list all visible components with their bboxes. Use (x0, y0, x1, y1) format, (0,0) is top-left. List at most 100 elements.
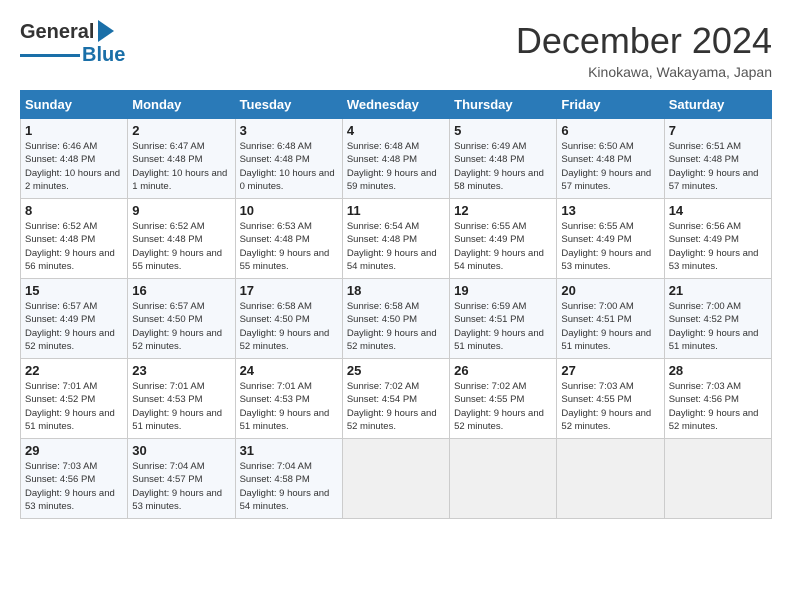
calendar-cell: 12 Sunrise: 6:55 AMSunset: 4:49 PMDayligh… (450, 199, 557, 279)
title-block: December 2024 Kinokawa, Wakayama, Japan (516, 20, 772, 80)
calendar-cell: 24 Sunrise: 7:01 AMSunset: 4:53 PMDayligh… (235, 359, 342, 439)
day-number: 25 (347, 363, 445, 378)
calendar-cell: 1 Sunrise: 6:46 AMSunset: 4:48 PMDaylight… (21, 119, 128, 199)
day-number: 15 (25, 283, 123, 298)
calendar-cell: 30 Sunrise: 7:04 AMSunset: 4:57 PMDayligh… (128, 439, 235, 519)
header-friday: Friday (557, 91, 664, 119)
day-info: Sunrise: 7:00 AMSunset: 4:52 PMDaylight:… (669, 300, 767, 353)
day-info: Sunrise: 6:53 AMSunset: 4:48 PMDaylight:… (240, 220, 338, 273)
header-tuesday: Tuesday (235, 91, 342, 119)
day-number: 31 (240, 443, 338, 458)
header-saturday: Saturday (664, 91, 771, 119)
day-number: 16 (132, 283, 230, 298)
calendar-cell: 22Sunrise: 7:01 AMSunset: 4:52 PMDayligh… (21, 359, 128, 439)
calendar-cell (557, 439, 664, 519)
day-number: 23 (132, 363, 230, 378)
calendar-week-row: 1 Sunrise: 6:46 AMSunset: 4:48 PMDaylight… (21, 119, 772, 199)
day-info: Sunrise: 6:57 AMSunset: 4:49 PMDaylight:… (25, 300, 123, 353)
calendar-cell: 6 Sunrise: 6:50 AMSunset: 4:48 PMDaylight… (557, 119, 664, 199)
calendar-cell: 19Sunrise: 6:59 AMSunset: 4:51 PMDayligh… (450, 279, 557, 359)
calendar-table: SundayMondayTuesdayWednesdayThursdayFrid… (20, 90, 772, 519)
day-number: 30 (132, 443, 230, 458)
day-number: 11 (347, 203, 445, 218)
day-info: Sunrise: 7:04 AMSunset: 4:58 PMDaylight:… (240, 460, 338, 513)
day-info: Sunrise: 6:55 AMSunset: 4:49 PMDaylight:… (454, 220, 552, 273)
day-number: 13 (561, 203, 659, 218)
calendar-cell: 25 Sunrise: 7:02 AMSunset: 4:54 PMDayligh… (342, 359, 449, 439)
calendar-cell (342, 439, 449, 519)
calendar-cell: 13 Sunrise: 6:55 AMSunset: 4:49 PMDayligh… (557, 199, 664, 279)
day-info: Sunrise: 7:03 AMSunset: 4:55 PMDaylight:… (561, 380, 659, 433)
day-info: Sunrise: 7:01 AMSunset: 4:53 PMDaylight:… (132, 380, 230, 433)
day-number: 3 (240, 123, 338, 138)
day-info: Sunrise: 7:00 AMSunset: 4:51 PMDaylight:… (561, 300, 659, 353)
calendar-cell: 21 Sunrise: 7:00 AMSunset: 4:52 PMDayligh… (664, 279, 771, 359)
day-info: Sunrise: 7:02 AMSunset: 4:54 PMDaylight:… (347, 380, 445, 433)
calendar-cell: 29Sunrise: 7:03 AMSunset: 4:56 PMDayligh… (21, 439, 128, 519)
day-number: 17 (240, 283, 338, 298)
calendar-cell: 16 Sunrise: 6:57 AMSunset: 4:50 PMDayligh… (128, 279, 235, 359)
logo-general-text: General (20, 21, 94, 44)
calendar-cell: 23 Sunrise: 7:01 AMSunset: 4:53 PMDayligh… (128, 359, 235, 439)
day-info: Sunrise: 6:47 AMSunset: 4:48 PMDaylight:… (132, 140, 230, 193)
page-header: General Blue December 2024 Kinokawa, Wak… (20, 20, 772, 80)
logo-blue-text: Blue (82, 44, 125, 67)
day-info: Sunrise: 7:02 AMSunset: 4:55 PMDaylight:… (454, 380, 552, 433)
day-info: Sunrise: 6:50 AMSunset: 4:48 PMDaylight:… (561, 140, 659, 193)
day-number: 14 (669, 203, 767, 218)
calendar-week-row: 29Sunrise: 7:03 AMSunset: 4:56 PMDayligh… (21, 439, 772, 519)
calendar-cell: 14 Sunrise: 6:56 AMSunset: 4:49 PMDayligh… (664, 199, 771, 279)
calendar-week-row: 22Sunrise: 7:01 AMSunset: 4:52 PMDayligh… (21, 359, 772, 439)
header-monday: Monday (128, 91, 235, 119)
calendar-week-row: 15 Sunrise: 6:57 AMSunset: 4:49 PMDayligh… (21, 279, 772, 359)
day-number: 5 (454, 123, 552, 138)
calendar-cell: 5 Sunrise: 6:49 AMSunset: 4:48 PMDaylight… (450, 119, 557, 199)
day-info: Sunrise: 7:03 AMSunset: 4:56 PMDaylight:… (669, 380, 767, 433)
day-number: 8 (25, 203, 123, 218)
day-info: Sunrise: 6:46 AMSunset: 4:48 PMDaylight:… (25, 140, 123, 193)
day-info: Sunrise: 6:49 AMSunset: 4:48 PMDaylight:… (454, 140, 552, 193)
day-number: 18 (347, 283, 445, 298)
day-number: 19 (454, 283, 552, 298)
calendar-cell: 9 Sunrise: 6:52 AMSunset: 4:48 PMDaylight… (128, 199, 235, 279)
day-number: 6 (561, 123, 659, 138)
calendar-cell: 2Sunrise: 6:47 AMSunset: 4:48 PMDaylight… (128, 119, 235, 199)
day-info: Sunrise: 6:48 AMSunset: 4:48 PMDaylight:… (240, 140, 338, 193)
day-info: Sunrise: 7:04 AMSunset: 4:57 PMDaylight:… (132, 460, 230, 513)
calendar-cell: 7 Sunrise: 6:51 AMSunset: 4:48 PMDaylight… (664, 119, 771, 199)
day-number: 28 (669, 363, 767, 378)
day-number: 24 (240, 363, 338, 378)
day-info: Sunrise: 6:52 AMSunset: 4:48 PMDaylight:… (25, 220, 123, 273)
day-number: 21 (669, 283, 767, 298)
logo: General Blue (20, 20, 125, 67)
day-info: Sunrise: 6:55 AMSunset: 4:49 PMDaylight:… (561, 220, 659, 273)
calendar-cell: 10 Sunrise: 6:53 AMSunset: 4:48 PMDayligh… (235, 199, 342, 279)
day-number: 1 (25, 123, 123, 138)
day-info: Sunrise: 6:56 AMSunset: 4:49 PMDaylight:… (669, 220, 767, 273)
calendar-cell: 31 Sunrise: 7:04 AMSunset: 4:58 PMDayligh… (235, 439, 342, 519)
day-info: Sunrise: 7:01 AMSunset: 4:53 PMDaylight:… (240, 380, 338, 433)
header-wednesday: Wednesday (342, 91, 449, 119)
day-info: Sunrise: 6:52 AMSunset: 4:48 PMDaylight:… (132, 220, 230, 273)
calendar-cell: 20 Sunrise: 7:00 AMSunset: 4:51 PMDayligh… (557, 279, 664, 359)
day-number: 27 (561, 363, 659, 378)
location-title: Kinokawa, Wakayama, Japan (516, 64, 772, 80)
day-number: 10 (240, 203, 338, 218)
calendar-week-row: 8 Sunrise: 6:52 AMSunset: 4:48 PMDaylight… (21, 199, 772, 279)
day-info: Sunrise: 6:48 AMSunset: 4:48 PMDaylight:… (347, 140, 445, 193)
day-number: 9 (132, 203, 230, 218)
day-info: Sunrise: 6:58 AMSunset: 4:50 PMDaylight:… (240, 300, 338, 353)
day-number: 12 (454, 203, 552, 218)
day-number: 4 (347, 123, 445, 138)
calendar-header-row: SundayMondayTuesdayWednesdayThursdayFrid… (21, 91, 772, 119)
calendar-cell: 8 Sunrise: 6:52 AMSunset: 4:48 PMDaylight… (21, 199, 128, 279)
day-info: Sunrise: 6:57 AMSunset: 4:50 PMDaylight:… (132, 300, 230, 353)
day-info: Sunrise: 6:54 AMSunset: 4:48 PMDaylight:… (347, 220, 445, 273)
day-number: 22 (25, 363, 123, 378)
day-number: 7 (669, 123, 767, 138)
day-number: 20 (561, 283, 659, 298)
month-title: December 2024 (516, 20, 772, 62)
calendar-cell: 18Sunrise: 6:58 AMSunset: 4:50 PMDayligh… (342, 279, 449, 359)
header-sunday: Sunday (21, 91, 128, 119)
day-info: Sunrise: 6:51 AMSunset: 4:48 PMDaylight:… (669, 140, 767, 193)
